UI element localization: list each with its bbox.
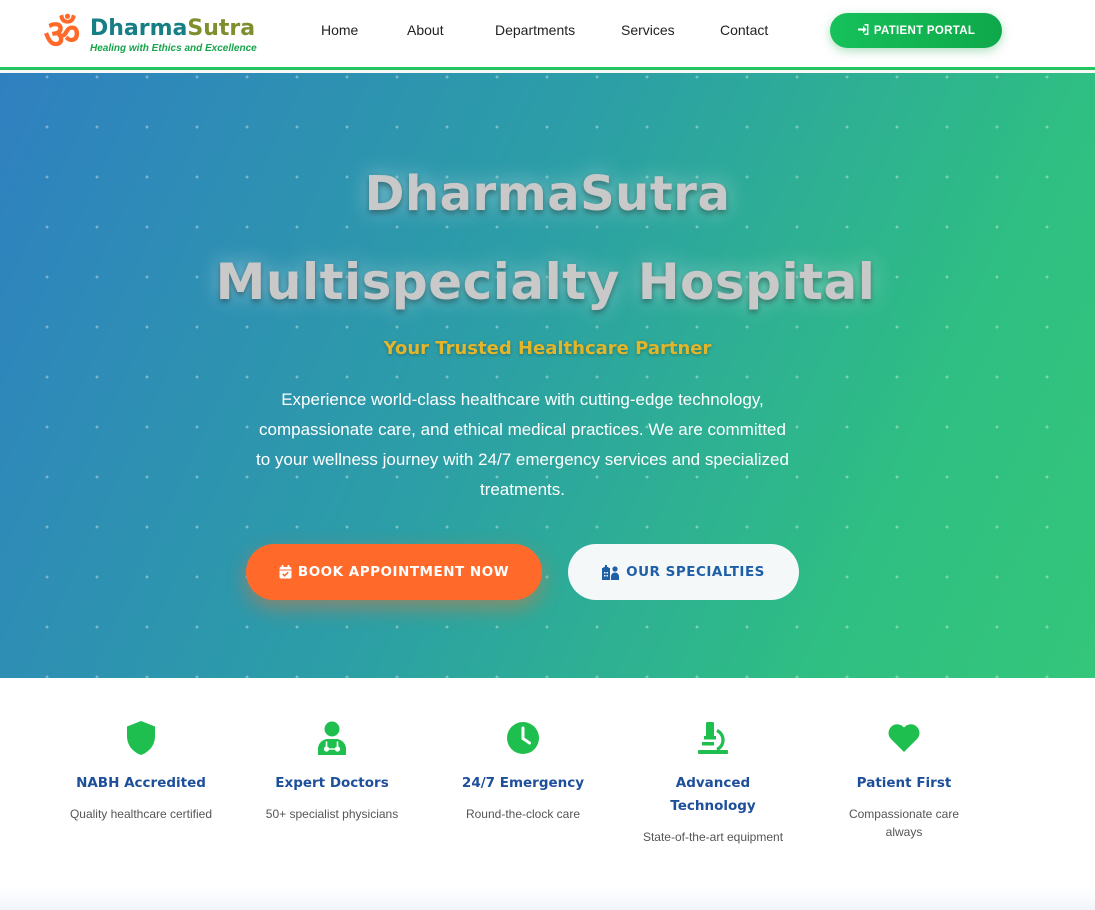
our-specialties-label: OUR SPECIALTIES [626,564,765,580]
hero-description: Experience world-class healthcare with c… [256,390,789,499]
feature-description: Quality healthcare certified [69,807,213,821]
feature-title: Expert Doctors [275,775,389,791]
feature-description: State-of-the-art equipment [642,830,784,844]
logo[interactable]: ॐ DharmaSutra Healing with Ethics and Ex… [40,10,257,60]
feature-title: Patient First [856,775,952,791]
nav-contact[interactable]: Contact [720,22,768,38]
feature-card-doctors: Expert Doctors 50+ specialist physicians [257,718,407,823]
feature-description: Compassionate care always [848,807,960,839]
brand-name-part1: Dharma [90,16,188,41]
features-section: NABH Accredited Quality healthcare certi… [0,678,1095,910]
feature-card-patient-first: Patient First Compassionate care always [829,718,979,841]
hero-subtitle: Your Trusted Healthcare Partner [383,338,712,359]
hero-title-line1: DharmaSutra [364,166,731,222]
brand-tagline: Healing with Ethics and Excellence [90,43,257,54]
patient-portal-button[interactable]: PATIENT PORTAL [830,13,1002,48]
book-appointment-button[interactable]: BOOK APPOINTMENT NOW [246,544,542,600]
nav-home[interactable]: Home [321,22,358,38]
feature-title: Advanced Technology [670,775,756,814]
om-logo-icon: ॐ [43,11,81,58]
hero-dot-pattern [0,73,1095,678]
patient-portal-label: PATIENT PORTAL [873,24,976,37]
clock-icon [448,718,598,758]
nav-services[interactable]: Services [621,22,675,38]
our-specialties-button[interactable]: OUR SPECIALTIES [568,544,799,600]
feature-card-technology: Advanced Technology State-of-the-art equ… [638,718,788,846]
site-header: ॐ DharmaSutra Healing with Ethics and Ex… [0,0,1095,70]
section-divider [0,888,1095,910]
book-appointment-label: BOOK APPOINTMENT NOW [297,564,510,580]
hospital-user-icon [602,564,620,580]
shield-icon [66,718,216,758]
hero-title-line2: Multispecialty Hospital [215,253,876,311]
feature-description: Round-the-clock care [465,807,581,821]
nav-departments[interactable]: Departments [495,22,575,38]
nav-about[interactable]: About [407,22,444,38]
hero-section: DharmaSutra Multispecialty Hospital Your… [0,73,1095,678]
feature-title: 24/7 Emergency [461,775,585,791]
feature-card-nabh: NABH Accredited Quality healthcare certi… [66,718,216,823]
calendar-check-icon [279,565,292,579]
brand-text: DharmaSutra Healing with Ethics and Exce… [90,16,257,54]
brand-name: DharmaSutra [90,16,257,42]
feature-title: NABH Accredited [76,775,206,791]
brand-name-part2: Sutra [187,16,256,41]
doctor-icon [257,718,407,758]
feature-description: 50+ specialist physicians [265,807,399,821]
feature-card-emergency: 24/7 Emergency Round-the-clock care [448,718,598,823]
sign-in-icon [857,23,869,38]
microscope-icon [638,718,788,758]
heart-icon [829,718,979,758]
